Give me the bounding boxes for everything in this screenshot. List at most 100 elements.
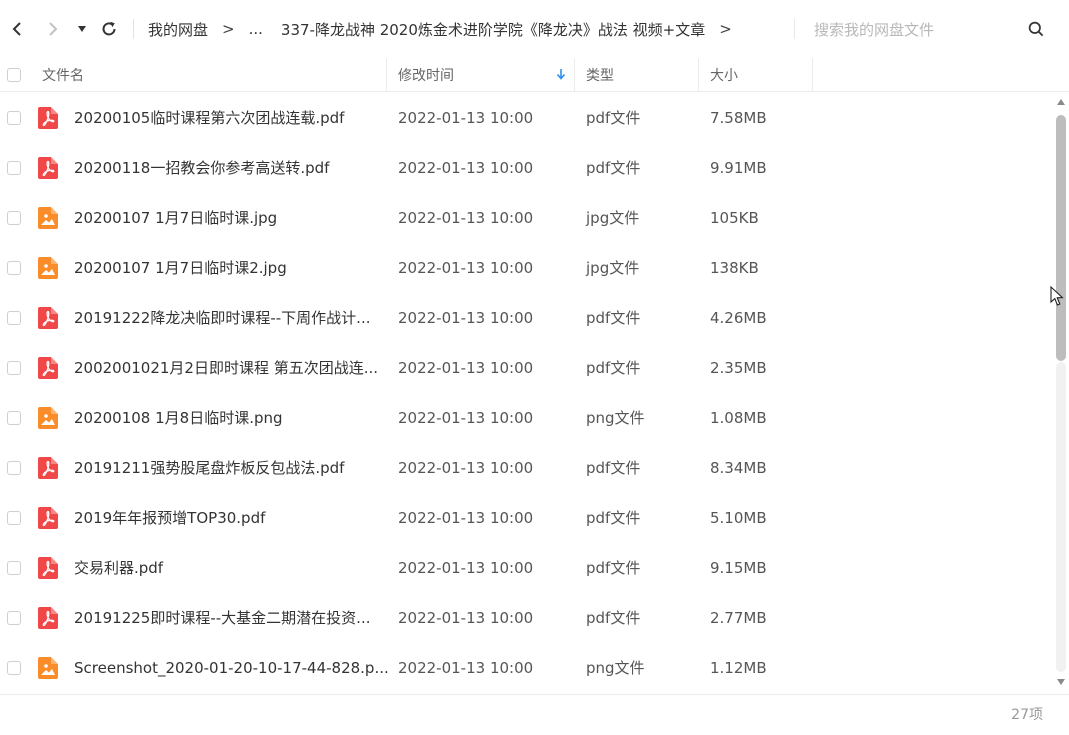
file-modified-date: 2022-01-13 10:00	[398, 109, 534, 127]
scroll-down-button[interactable]	[1056, 677, 1066, 687]
sort-descending-button[interactable]	[554, 66, 568, 82]
file-name: 20200108 1月8日临时课.png	[74, 409, 283, 427]
file-row[interactable]: 20200107 1月7日临时课2.jpg 2022-01-13 10:00 jpg…	[0, 243, 1052, 293]
file-row[interactable]: 20200118一招教会你参考高送转.pdf 2022-01-13 10:00 pd…	[0, 143, 1052, 193]
file-row[interactable]: 20200107 1月7日临时课.jpg 2022-01-13 10:00 jpg文…	[0, 193, 1052, 243]
table-header: 文件名 修改时间 类型 大小	[0, 58, 1069, 92]
toolbar: 我的网盘 > ... 337-降龙战神 2020炼金术进阶学院《降龙决》战法 视…	[0, 0, 1069, 58]
file-modified-date: 2022-01-13 10:00	[398, 259, 534, 277]
row-checkbox[interactable]	[7, 561, 21, 575]
search-icon	[1028, 21, 1044, 37]
file-modified-date: 2022-01-13 10:00	[398, 509, 534, 527]
file-type: pdf文件	[586, 509, 641, 527]
forward-button[interactable]	[40, 16, 66, 42]
toolbar-divider	[133, 19, 134, 39]
file-name: 20200107 1月7日临时课.jpg	[74, 209, 278, 227]
breadcrumb-separator-icon: >	[719, 20, 732, 38]
back-button[interactable]	[4, 16, 30, 42]
breadcrumb-item-root[interactable]: 我的网盘	[148, 19, 208, 40]
file-size: 1.08MB	[710, 409, 767, 427]
row-checkbox[interactable]	[7, 411, 21, 425]
file-row[interactable]: 20191211强势股尾盘炸板反包战法.pdf 2022-01-13 10:00 p…	[0, 443, 1052, 493]
file-type: pdf文件	[586, 309, 641, 327]
file-name: 20191211强势股尾盘炸板反包战法.pdf	[74, 459, 345, 477]
file-size: 7.58MB	[710, 109, 767, 127]
file-name: 2002001021月2日即时课程 第五次团战连...	[74, 359, 379, 377]
file-name: 20200107 1月7日临时课2.jpg	[74, 259, 287, 277]
caret-down-icon	[78, 26, 86, 32]
scroll-up-button[interactable]	[1056, 97, 1066, 107]
file-type: pdf文件	[586, 109, 641, 127]
file-row[interactable]: 20200105临时课程第六次团战连载.pdf 2022-01-13 10:00 p…	[0, 93, 1052, 143]
row-checkbox[interactable]	[7, 161, 21, 175]
file-name: 20191225即时课程--大基金二期潜在投资...	[74, 609, 371, 627]
pdf-icon	[38, 507, 58, 529]
file-size: 1.12MB	[710, 659, 767, 677]
column-header-name[interactable]: 文件名	[42, 58, 84, 91]
file-name: Screenshot_2020-01-20-10-17-44-828.p...	[74, 659, 389, 677]
file-size: 4.26MB	[710, 309, 767, 327]
column-header-modified[interactable]: 修改时间	[398, 58, 454, 91]
file-type: jpg文件	[586, 259, 640, 277]
file-type: pdf文件	[586, 609, 641, 627]
row-checkbox[interactable]	[7, 611, 21, 625]
row-checkbox[interactable]	[7, 661, 21, 675]
pdf-icon	[38, 557, 58, 579]
file-row[interactable]: 交易利器.pdf 2022-01-13 10:00 pdf文件 9.15MB	[0, 543, 1052, 593]
row-checkbox[interactable]	[7, 361, 21, 375]
image-icon	[38, 407, 58, 429]
file-row[interactable]: 20191225即时课程--大基金二期潜在投资... 2022-01-13 10:…	[0, 593, 1052, 643]
file-row[interactable]: 20200108 1月8日临时课.png 2022-01-13 10:00 png文…	[0, 393, 1052, 443]
file-row[interactable]: 2019年年报预增TOP30.pdf 2022-01-13 10:00 pdf文件 5…	[0, 493, 1052, 543]
breadcrumb-item-ellipsis[interactable]: ...	[249, 20, 263, 38]
column-header-type[interactable]: 类型	[586, 58, 614, 91]
row-checkbox[interactable]	[7, 311, 21, 325]
file-size: 105KB	[710, 209, 759, 227]
search-divider	[794, 19, 795, 39]
file-modified-date: 2022-01-13 10:00	[398, 409, 534, 427]
row-checkbox[interactable]	[7, 261, 21, 275]
file-row[interactable]: 2002001021月2日即时课程 第五次团战连... 2022-01-13 10…	[0, 343, 1052, 393]
file-list: 20200105临时课程第六次团战连载.pdf 2022-01-13 10:00 p…	[0, 93, 1052, 693]
column-header-size[interactable]: 大小	[710, 58, 738, 91]
file-modified-date: 2022-01-13 10:00	[398, 559, 534, 577]
column-divider[interactable]	[574, 58, 575, 91]
select-all-checkbox-cell	[7, 58, 21, 91]
row-checkbox[interactable]	[7, 511, 21, 525]
refresh-button[interactable]	[96, 16, 122, 42]
file-row[interactable]: 20191222降龙决临即时课程--下周作战计... 2022-01-13 10:…	[0, 293, 1052, 343]
file-type: pdf文件	[586, 359, 641, 377]
search-button[interactable]	[1024, 17, 1048, 41]
pdf-icon	[38, 457, 58, 479]
column-divider[interactable]	[812, 58, 813, 91]
image-icon	[38, 207, 58, 229]
file-size: 9.15MB	[710, 559, 767, 577]
breadcrumb-separator-icon: >	[222, 20, 235, 38]
column-divider[interactable]	[386, 58, 387, 91]
file-type: jpg文件	[586, 209, 640, 227]
column-divider[interactable]	[698, 58, 699, 91]
item-count: 27项	[1011, 707, 1043, 723]
scrollbar-thumb[interactable]	[1056, 115, 1066, 361]
pdf-icon	[38, 307, 58, 329]
file-size: 138KB	[710, 259, 759, 277]
breadcrumb-item-current[interactable]: 337-降龙战神 2020炼金术进阶学院《降龙决》战法 视频+文章	[281, 19, 705, 40]
history-dropdown-button[interactable]	[72, 16, 92, 42]
row-checkbox[interactable]	[7, 111, 21, 125]
row-checkbox[interactable]	[7, 461, 21, 475]
file-size: 8.34MB	[710, 459, 767, 477]
search-input[interactable]	[812, 17, 1056, 43]
file-row[interactable]: Screenshot_2020-01-20-10-17-44-828.p... 2…	[0, 643, 1052, 693]
scrollbar-rail[interactable]	[1056, 362, 1066, 672]
refresh-icon	[102, 21, 116, 36]
chevron-right-icon	[49, 22, 58, 36]
breadcrumb: 我的网盘 > ... 337-降龙战神 2020炼金术进阶学院《降龙决》战法 视…	[148, 17, 746, 41]
file-name: 2019年年报预增TOP30.pdf	[74, 509, 266, 527]
row-checkbox[interactable]	[7, 211, 21, 225]
file-type: pdf文件	[586, 459, 641, 477]
select-all-checkbox[interactable]	[7, 67, 21, 82]
pdf-icon	[38, 357, 58, 379]
footer-divider	[0, 694, 1069, 695]
file-size: 2.35MB	[710, 359, 767, 377]
file-modified-date: 2022-01-13 10:00	[398, 659, 534, 677]
